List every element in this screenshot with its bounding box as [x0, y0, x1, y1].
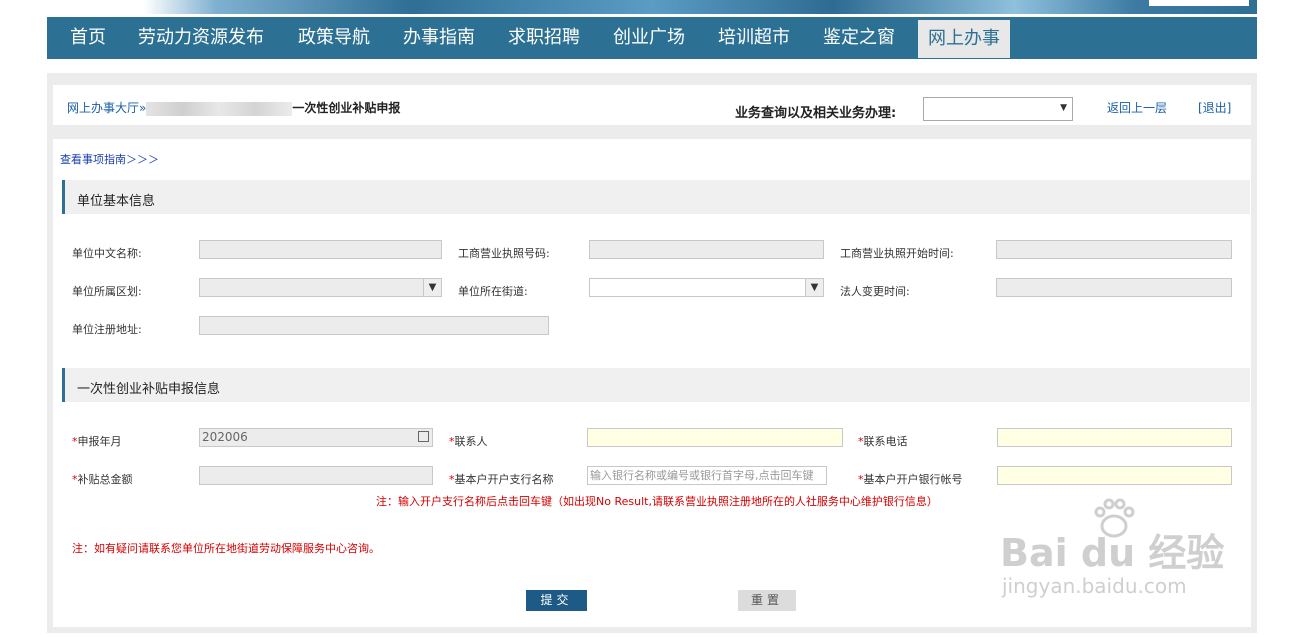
- license-no-field[interactable]: [589, 240, 824, 259]
- name-cn-field[interactable]: [199, 240, 442, 259]
- calendar-icon[interactable]: [418, 431, 429, 442]
- nav-item-appraisal[interactable]: 鉴定之窗: [823, 17, 895, 59]
- bank-account-field[interactable]: [997, 466, 1232, 485]
- main-nav: 首页 劳动力资源发布 政策导航 办事指南 求职招聘 创业广场 培训超市 鉴定之窗…: [47, 17, 1257, 59]
- reg-address-field[interactable]: [199, 316, 549, 335]
- legal-change-field[interactable]: [996, 278, 1232, 297]
- section-title: 一次性创业补贴申报信息: [77, 382, 221, 397]
- label-total-amount: *补贴总金额: [72, 473, 133, 486]
- top-bar: 网上办事大厅» 一次性创业补贴申报 业务查询以及相关业务办理: ▼ 返回上一层 […: [53, 85, 1251, 125]
- label-legal-change: 法人变更时间:: [840, 285, 910, 298]
- report-month-value: 202006: [202, 430, 248, 444]
- district-select[interactable]: ▼: [199, 278, 442, 297]
- logout-link[interactable]: [退出]: [1198, 99, 1231, 116]
- nav-item-jobs[interactable]: 求职招聘: [508, 17, 580, 59]
- breadcrumb-root[interactable]: 网上办事大厅: [67, 101, 139, 115]
- label-license-no: 工商营业执照号码:: [458, 247, 550, 260]
- query-select[interactable]: ▼: [923, 97, 1073, 121]
- query-label: 业务查询以及相关业务办理:: [735, 106, 897, 121]
- phone-field[interactable]: [997, 428, 1232, 447]
- label-name-cn: 单位中文名称:: [72, 247, 142, 260]
- breadcrumb-current: 一次性创业补贴申报: [292, 101, 401, 115]
- back-link[interactable]: 返回上一层: [1107, 99, 1167, 116]
- label-bank-account: *基本户开户银行帐号: [858, 473, 963, 486]
- label-contact: *联系人: [449, 435, 488, 448]
- bank-note: 注：输入开户支行名称后点击回车键（如出现No Result,请联系营业执照注册地…: [376, 495, 938, 508]
- breadcrumb: 网上办事大厅» 一次性创业补贴申报: [67, 99, 400, 116]
- report-month-field[interactable]: 202006: [199, 428, 433, 447]
- chevron-down-icon: ▼: [1060, 103, 1067, 113]
- guide-link[interactable]: 查看事项指南＞＞＞: [60, 151, 159, 167]
- nav-item-training[interactable]: 培训超市: [718, 17, 790, 59]
- section-title: 单位基本信息: [77, 194, 156, 209]
- label-street: 单位所在街道:: [458, 285, 528, 298]
- nav-item-startup[interactable]: 创业广场: [613, 17, 685, 59]
- label-reg-address: 单位注册地址:: [72, 323, 142, 336]
- label-bank-branch: *基本户开户支行名称: [449, 473, 554, 486]
- nav-item-labor-resources[interactable]: 劳动力资源发布: [138, 17, 264, 59]
- contact-field[interactable]: [587, 428, 843, 447]
- chevron-down-icon: ▼: [805, 279, 823, 296]
- breadcrumb-sep: »: [139, 101, 147, 115]
- label-phone: *联系电话: [858, 435, 908, 448]
- header-banner: [47, 0, 1257, 14]
- footer-note: 注：如有疑问请联系您单位所在地街道劳动保障服务中心咨询。: [72, 542, 380, 555]
- submit-button[interactable]: 提交: [526, 590, 587, 611]
- label-license-start: 工商营业执照开始时间:: [840, 247, 954, 260]
- section-subsidy-info: 一次性创业补贴申报信息: [62, 368, 1250, 402]
- watermark: Bai du 经验 jingyan.baidu.com: [1000, 498, 1240, 608]
- breadcrumb-blurred: [146, 101, 293, 116]
- watermark-brand: Bai du 经验: [1000, 531, 1225, 575]
- total-amount-field[interactable]: [199, 466, 433, 485]
- label-report-month: *申报年月: [72, 435, 122, 448]
- street-select[interactable]: ▼: [589, 278, 824, 297]
- license-start-field[interactable]: [996, 240, 1232, 259]
- banner-box: [1149, 0, 1249, 6]
- nav-item-online-service[interactable]: 网上办事: [918, 20, 1010, 58]
- reset-button[interactable]: 重置: [738, 590, 796, 611]
- label-district: 单位所属区划:: [72, 285, 142, 298]
- bank-branch-input[interactable]: 输入银行名称或编号或银行首字母,点击回车键: [587, 466, 827, 485]
- watermark-url: jingyan.baidu.com: [1002, 574, 1187, 598]
- nav-item-home[interactable]: 首页: [70, 17, 106, 59]
- section-unit-info: 单位基本信息: [62, 180, 1250, 214]
- chevron-down-icon: ▼: [423, 279, 441, 296]
- nav-item-policy[interactable]: 政策导航: [298, 17, 370, 59]
- nav-item-guide[interactable]: 办事指南: [403, 17, 475, 59]
